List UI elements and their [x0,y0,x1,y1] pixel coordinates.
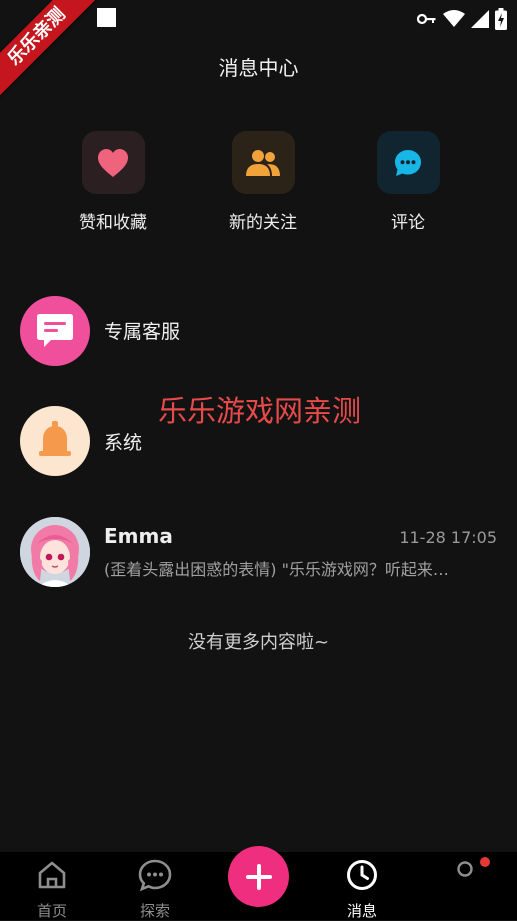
comments-icon-box [376,131,440,194]
message-square-icon [37,314,73,347]
status-icons [417,8,507,30]
home-icon [38,861,66,889]
heart-icon [98,148,128,177]
customer-service-row[interactable]: 专属客服 [20,296,500,366]
tab-explore-label: 探索 [139,902,170,920]
users-icon [246,149,280,176]
conversation-time: 11-28 17:05 [399,528,497,547]
customer-service-name: 专属客服 [104,321,181,343]
likes-icon-box [81,131,145,194]
bottom-tab-bar: 首页 探索 消息 [0,846,517,920]
signal-icon [471,10,489,28]
followers-icon-box [231,131,295,194]
notification-badge [480,857,490,867]
key-icon [417,13,436,25]
plus-icon [245,863,272,890]
clock-icon [347,860,377,890]
bell-icon [39,421,71,456]
emma-avatar [20,517,90,587]
chat-bubble-icon [395,149,421,176]
profile-ring-icon [457,861,473,877]
new-followers-button[interactable]: 新的关注 [203,131,323,233]
system-name: 系统 [104,432,143,454]
followers-label: 新的关注 [229,213,297,233]
create-post-button[interactable] [228,846,289,907]
conversation-name: Emma [104,524,173,548]
comments-button[interactable]: 评论 [348,131,468,233]
likes-and-favorites-button[interactable]: 赞和收藏 [53,131,173,233]
system-row[interactable]: 系统 [20,406,500,476]
anime-girl-avatar-icon [20,517,90,587]
page-title: 消息中心 [218,56,299,80]
promo-ribbon: 乐乐亲测 [0,0,101,101]
tab-home-label: 首页 [36,902,67,920]
wifi-icon [443,10,465,27]
likes-label: 赞和收藏 [79,213,147,233]
explore-chat-icon [138,859,172,891]
conversation-preview: (歪着头露出困惑的表情) "乐乐游戏网？听起来… [104,560,449,579]
system-avatar [20,406,90,476]
no-more-content-text: 没有更多内容啦~ [187,632,330,653]
tab-messages-label: 消息 [346,902,377,920]
comments-label: 评论 [391,213,425,233]
customer-service-avatar [20,296,90,366]
battery-icon [495,8,507,30]
